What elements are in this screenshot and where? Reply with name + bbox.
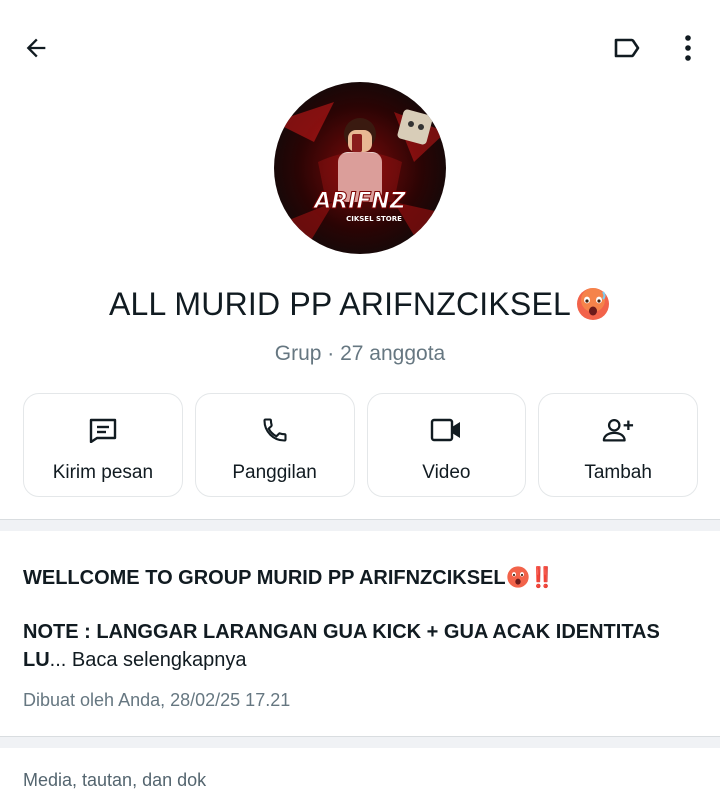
send-message-button[interactable]: Kirim pesan: [23, 393, 183, 497]
group-avatar-image: ARIFNZ CIKSEL STORE: [274, 82, 446, 254]
media-links-docs-header[interactable]: Media, tautan, dan dok: [23, 770, 206, 791]
more-options-button[interactable]: [670, 30, 706, 66]
description-title: WELLCOME TO GROUP MURID PP ARIFNZCIKSEL …: [23, 565, 703, 590]
add-member-label: Tambah: [584, 462, 652, 483]
description-title-text: WELLCOME TO GROUP MURID PP ARIFNZCIKSEL: [23, 567, 506, 589]
back-button[interactable]: [18, 30, 54, 66]
arrow-left-icon: [26, 38, 46, 58]
video-call-button[interactable]: Video: [366, 393, 527, 497]
video-icon: [430, 414, 462, 446]
group-name-text: ALL MURID PP ARIFNZCIKSEL: [108, 286, 571, 322]
add-person-icon: [602, 414, 634, 446]
description-note: NOTE : LANGGAR LARANGAN GUA KICK + GUA A…: [23, 618, 703, 674]
action-buttons-row: Kirim pesan Panggilan Video Tambah: [23, 393, 698, 497]
hot-face-emoji-icon: [577, 288, 609, 320]
group-name: ALL MURID PP ARIFNZCIKSEL: [0, 286, 720, 323]
note-ellipsis: ...: [49, 649, 67, 671]
message-icon: [87, 414, 119, 446]
add-member-button[interactable]: Tambah: [538, 393, 698, 497]
read-more-link[interactable]: Baca selengkapnya: [66, 649, 247, 671]
call-button[interactable]: Panggilan: [194, 393, 355, 497]
label-tag-icon: [614, 38, 640, 58]
call-label: Panggilan: [232, 462, 317, 483]
label-button[interactable]: [608, 30, 646, 66]
section-divider: [0, 736, 720, 748]
description-created-info: Dibuat oleh Anda, 28/02/25 17.21: [23, 690, 291, 710]
more-vertical-icon: [685, 35, 691, 61]
phone-icon: [259, 414, 291, 446]
avatar-logo-text: ARIFNZ: [312, 189, 407, 214]
group-avatar[interactable]: ARIFNZ CIKSEL STORE: [274, 82, 446, 254]
video-label: Video: [422, 462, 471, 483]
hot-face-emoji-icon: [506, 566, 529, 588]
avatar-logo-sub: CIKSEL STORE: [346, 215, 402, 223]
section-divider: [0, 519, 720, 531]
group-subtitle: Grup · 27 anggota: [274, 342, 446, 365]
group-description[interactable]: WELLCOME TO GROUP MURID PP ARIFNZCIKSEL …: [23, 565, 703, 711]
double-exclamation-emoji: ‼️: [529, 567, 555, 589]
send-message-label: Kirim pesan: [52, 462, 154, 483]
